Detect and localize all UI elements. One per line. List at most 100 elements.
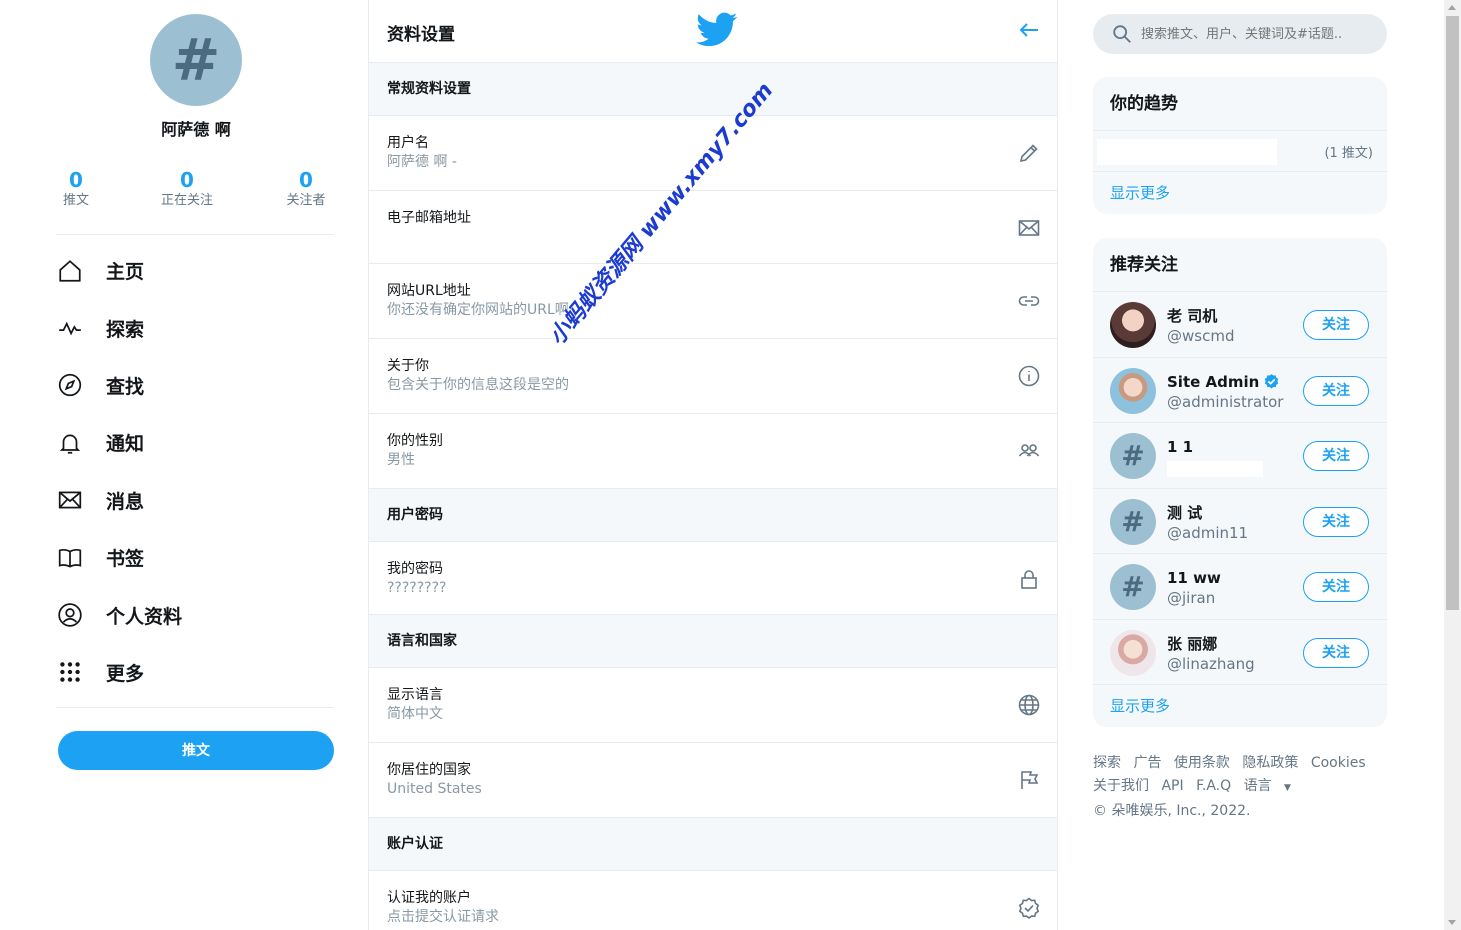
section-general: 常规资料设置 xyxy=(369,63,1057,116)
follow-button[interactable]: 关注 xyxy=(1303,375,1369,406)
compass-icon xyxy=(56,371,84,399)
nav-label: 通知 xyxy=(106,433,145,456)
footer-link[interactable]: 隐私政策 xyxy=(1242,755,1298,771)
trend-item[interactable]: (1 推文) xyxy=(1093,131,1387,172)
suggest-user[interactable]: # 11 ww @jiran 关注 xyxy=(1093,554,1387,620)
follow-button[interactable]: 关注 xyxy=(1303,572,1369,602)
user-handle: @administrator xyxy=(1167,392,1284,411)
settings-row-country[interactable]: 你居住的国家 United States xyxy=(369,743,1057,818)
tweet-button[interactable]: 推文 xyxy=(58,731,334,770)
nav-explore[interactable]: 探索 xyxy=(56,299,336,356)
user-name: Site Admin xyxy=(1167,372,1260,391)
search-input[interactable] xyxy=(1141,26,1371,42)
follow-button[interactable]: 关注 xyxy=(1303,506,1369,537)
nav-label: 消息 xyxy=(106,490,145,513)
user-handle: @jiran xyxy=(1167,589,1216,607)
user-name: 老 司机 xyxy=(1167,307,1218,325)
suggest-user[interactable]: # 测 试 @admin11 关注 xyxy=(1093,489,1387,554)
scroll-thumb[interactable] xyxy=(1446,16,1459,610)
nav-profile[interactable]: 个人资料 xyxy=(56,586,336,643)
row-value: 包含关于你的信息这段是空的 xyxy=(387,377,569,393)
badge-check-icon xyxy=(1017,896,1041,920)
settings-row-display-language[interactable]: 显示语言 简体中文 xyxy=(369,668,1057,743)
nav-messages[interactable]: 消息 xyxy=(56,472,336,529)
nav-label: 查找 xyxy=(106,375,145,398)
row-label: 显示语言 xyxy=(387,687,443,703)
profile-avatar[interactable]: # xyxy=(150,14,242,106)
scroll-up-arrow-icon[interactable] xyxy=(1448,5,1456,10)
nav-label: 主页 xyxy=(106,261,145,284)
pencil-icon xyxy=(1017,141,1041,165)
footer-link[interactable]: Cookies xyxy=(1311,755,1366,771)
user-name: 11 ww xyxy=(1167,569,1221,587)
footer-link[interactable]: F.A.Q xyxy=(1196,778,1231,794)
footer-link[interactable]: 广告 xyxy=(1133,755,1161,771)
verified-badge-icon xyxy=(1265,374,1279,389)
row-value: 简体中文 xyxy=(387,706,443,722)
nav-label: 个人资料 xyxy=(106,605,183,628)
user-handle: @wscmd xyxy=(1167,327,1235,345)
nav-label: 书签 xyxy=(106,548,145,571)
row-label: 我的密码 xyxy=(387,561,443,577)
stat-value: 0 xyxy=(69,168,83,192)
suggest-user[interactable]: # 1 1 关注 xyxy=(1093,423,1387,489)
section-password: 用户密码 xyxy=(369,489,1057,542)
settings-row-email[interactable]: 电子邮箱地址 xyxy=(369,191,1057,264)
left-sidebar: # 阿萨德 啊 0 推文 0 正在关注 0 关注者 主页 探索 查找 通知 消息… xyxy=(0,0,368,930)
nav-notifications[interactable]: 通知 xyxy=(56,414,336,471)
follow-button[interactable]: 关注 xyxy=(1303,637,1369,668)
stat-value: 0 xyxy=(180,168,194,192)
avatar[interactable]: # xyxy=(1110,433,1156,479)
footer-link[interactable]: API xyxy=(1161,778,1183,794)
follow-button[interactable]: 关注 xyxy=(1303,441,1369,471)
language-dropdown[interactable]: 语言 ▼ xyxy=(1244,778,1299,794)
nav-more[interactable]: 更多 xyxy=(56,644,336,701)
suggest-user[interactable]: Site Admin @administrator 关注 xyxy=(1093,358,1387,423)
page-title: 资料设置 xyxy=(387,25,455,45)
nav-bookmarks[interactable]: 书签 xyxy=(56,529,336,586)
stat-tweets[interactable]: 0 推文 xyxy=(56,168,96,210)
stat-followers[interactable]: 0 关注者 xyxy=(278,168,334,210)
settings-row-website[interactable]: 网站URL地址 你还没有确定你网站的URL啊 xyxy=(369,264,1057,339)
suggest-user[interactable]: 老 司机 @wscmd 关注 xyxy=(1093,292,1387,358)
trends-show-more[interactable]: 显示更多 xyxy=(1093,172,1387,214)
suggest-user[interactable]: 张 丽娜 @linazhang 关注 xyxy=(1093,620,1387,685)
follow-button[interactable]: 关注 xyxy=(1303,310,1369,340)
users-icon xyxy=(1017,439,1041,463)
user-handle: @linazhang xyxy=(1167,654,1255,673)
nav-discover[interactable]: 查找 xyxy=(56,357,336,414)
trends-title: 你的趋势 xyxy=(1093,77,1387,131)
footer-links-1: 探索 广告 使用条款 隐私政策 Cookies xyxy=(1093,752,1393,775)
avatar[interactable]: # xyxy=(1110,564,1156,610)
settings-row-about[interactable]: 关于你 包含关于你的信息这段是空的 xyxy=(369,339,1057,414)
stat-label: 关注者 xyxy=(286,193,326,208)
nav-home[interactable]: 主页 xyxy=(56,242,336,299)
suggest-show-more[interactable]: 显示更多 xyxy=(1093,685,1387,727)
stat-value: 0 xyxy=(299,168,313,192)
suggest-card: 推荐关注 老 司机 @wscmd 关注 Site Admin @administ… xyxy=(1093,238,1387,727)
bell-icon xyxy=(56,429,84,457)
footer-link[interactable]: 关于我们 xyxy=(1093,778,1149,794)
footer-link[interactable]: 探索 xyxy=(1093,755,1121,771)
user-icon xyxy=(56,601,84,629)
twitter-bird-icon[interactable] xyxy=(696,12,738,48)
avatar[interactable] xyxy=(1110,302,1156,348)
caret-down-icon: ▼ xyxy=(1284,783,1291,793)
stat-following[interactable]: 0 正在关注 xyxy=(152,168,222,210)
avatar[interactable] xyxy=(1110,629,1156,676)
scrollbar[interactable] xyxy=(1444,0,1461,930)
search-box[interactable] xyxy=(1093,14,1387,54)
footer-link[interactable]: 使用条款 xyxy=(1174,755,1230,771)
scroll-down-arrow-icon[interactable] xyxy=(1448,920,1456,925)
stat-label: 正在关注 xyxy=(160,193,213,208)
avatar[interactable] xyxy=(1110,367,1156,414)
home-icon xyxy=(56,257,84,285)
settings-row-password[interactable]: 我的密码 ???????? xyxy=(369,542,1057,615)
avatar[interactable]: # xyxy=(1110,498,1156,545)
settings-row-gender[interactable]: 你的性别 男性 xyxy=(369,414,1057,489)
suggest-title: 推荐关注 xyxy=(1093,238,1387,292)
profile-name[interactable]: 阿萨德 啊 xyxy=(0,116,392,140)
activity-icon xyxy=(56,314,84,342)
back-arrow-icon[interactable] xyxy=(1017,18,1041,42)
settings-row-verify[interactable]: 认证我的账户 点击提交认证请求 xyxy=(369,871,1057,930)
